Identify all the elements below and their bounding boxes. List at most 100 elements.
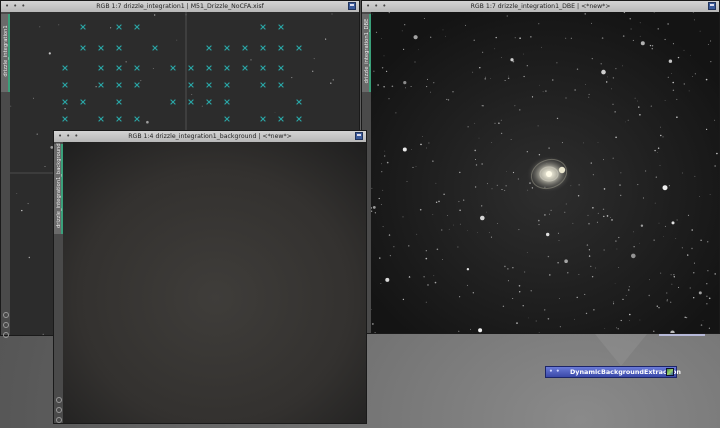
star <box>426 86 428 88</box>
star <box>611 219 613 221</box>
window-dots-icon[interactable]: ••• <box>366 1 390 11</box>
window-menu-icon[interactable] <box>348 2 356 10</box>
dbe-process-icon[interactable] <box>666 368 674 376</box>
star <box>475 159 476 160</box>
star <box>591 22 592 24</box>
process-dots-icon[interactable]: •• <box>549 367 563 377</box>
star <box>506 15 508 17</box>
star <box>459 171 461 174</box>
star <box>590 265 592 267</box>
star <box>434 281 437 284</box>
star <box>640 41 645 46</box>
star <box>414 61 416 63</box>
window-menu-icon[interactable] <box>355 132 363 140</box>
star <box>401 30 403 32</box>
star <box>480 215 485 221</box>
star <box>481 205 483 207</box>
star <box>612 157 614 159</box>
star <box>618 236 620 239</box>
image-background[interactable] <box>63 142 366 423</box>
star <box>498 122 500 124</box>
window-background-title: RGB 1:4 drizzle_integration1_background … <box>128 133 292 140</box>
star <box>557 262 559 264</box>
star <box>617 328 619 330</box>
star <box>677 56 680 59</box>
star <box>694 73 696 75</box>
window-dbe[interactable]: ••• RGB 1:7 drizzle_integration1_DBE | <… <box>361 0 720 334</box>
star <box>27 203 29 205</box>
window-menu-icon[interactable] <box>708 2 716 10</box>
star <box>58 24 60 26</box>
window-dots-icon[interactable]: ••• <box>58 131 82 141</box>
star <box>657 152 658 153</box>
star <box>549 274 551 276</box>
star <box>659 165 661 166</box>
star <box>620 172 622 174</box>
star <box>527 189 529 191</box>
star <box>482 105 484 107</box>
star <box>628 320 630 321</box>
process-icon-shadow <box>595 334 647 366</box>
star <box>588 255 591 257</box>
star <box>458 201 460 203</box>
sidetab-label-background[interactable]: drizzle_integration1_background <box>54 143 63 234</box>
star <box>21 209 23 212</box>
sidetab-label-dbe[interactable]: drizzle_integration1_DBE <box>362 14 371 92</box>
star <box>110 27 112 29</box>
star <box>372 13 373 15</box>
window-background[interactable]: ••• RGB 1:4 drizzle_integration1_backgro… <box>53 130 367 424</box>
star <box>512 298 514 299</box>
star <box>443 193 445 195</box>
star <box>10 105 12 107</box>
small-circle-icon[interactable] <box>56 397 62 403</box>
star <box>538 154 541 156</box>
star <box>666 300 668 302</box>
star <box>484 78 486 80</box>
star <box>570 185 572 187</box>
window-dots-icon[interactable]: ••• <box>5 1 29 11</box>
star <box>432 160 434 162</box>
star <box>48 52 51 55</box>
star <box>628 289 630 291</box>
star <box>458 330 460 332</box>
sidetab-label-nocfa[interactable]: drizzle_integration1 <box>1 14 10 92</box>
star <box>613 303 615 305</box>
star <box>381 163 382 165</box>
star <box>616 327 617 329</box>
star <box>201 105 203 107</box>
star <box>601 37 604 39</box>
star <box>411 149 412 150</box>
image-canvas-dbe[interactable] <box>371 12 719 333</box>
star <box>576 68 579 70</box>
small-circle-icon[interactable] <box>56 417 62 423</box>
small-circle-icon[interactable] <box>3 322 9 328</box>
star <box>442 259 443 260</box>
small-circle-icon[interactable] <box>3 312 9 318</box>
star <box>607 76 608 78</box>
star <box>614 111 616 113</box>
star <box>714 273 716 275</box>
star <box>382 226 384 228</box>
star <box>374 212 376 214</box>
star <box>313 58 315 60</box>
star <box>419 208 422 211</box>
star <box>687 214 690 216</box>
image-canvas-background[interactable] <box>63 142 366 423</box>
star <box>495 36 497 39</box>
star <box>716 152 718 155</box>
small-circle-icon[interactable] <box>3 332 9 338</box>
image-dbe[interactable] <box>371 12 719 333</box>
small-circle-icon[interactable] <box>56 407 62 413</box>
star <box>422 136 423 137</box>
star <box>707 270 709 272</box>
star <box>386 70 388 72</box>
star <box>699 30 701 32</box>
star <box>425 301 427 303</box>
star <box>642 197 644 199</box>
star <box>633 231 634 233</box>
process-icon-dbe[interactable]: •• DynamicBackgroundExtraction <box>545 366 681 378</box>
star <box>619 184 621 186</box>
star <box>657 147 660 149</box>
star <box>382 189 384 191</box>
star <box>474 149 476 152</box>
